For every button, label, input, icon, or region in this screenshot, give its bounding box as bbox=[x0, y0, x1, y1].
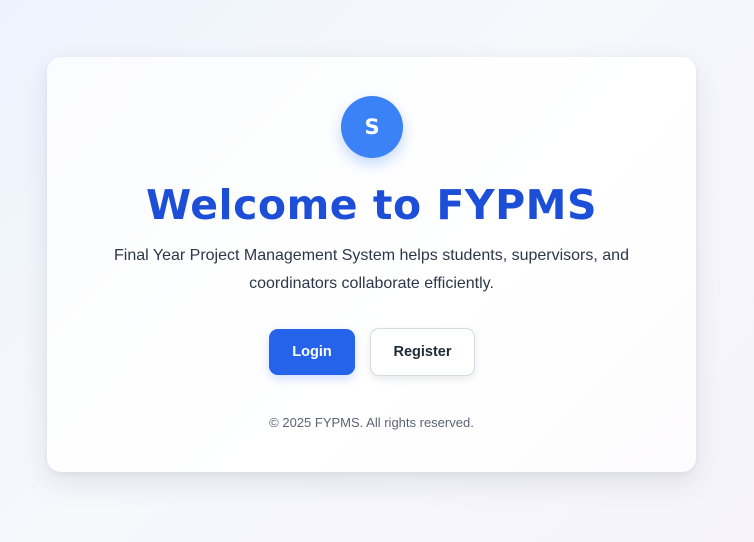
logo-avatar: S bbox=[341, 96, 403, 158]
page-description: Final Year Project Management System hel… bbox=[114, 247, 629, 292]
page-title: Welcome to FYPMS bbox=[145, 181, 597, 229]
register-button[interactable]: Register bbox=[370, 328, 475, 376]
login-button[interactable]: Login bbox=[269, 329, 355, 375]
welcome-card: S Welcome to FYPMS Final Year Project Ma… bbox=[47, 57, 696, 472]
avatar-letter: S bbox=[364, 115, 380, 139]
copyright-footer: © 2025 FYPMS. All rights reserved. bbox=[269, 415, 474, 430]
